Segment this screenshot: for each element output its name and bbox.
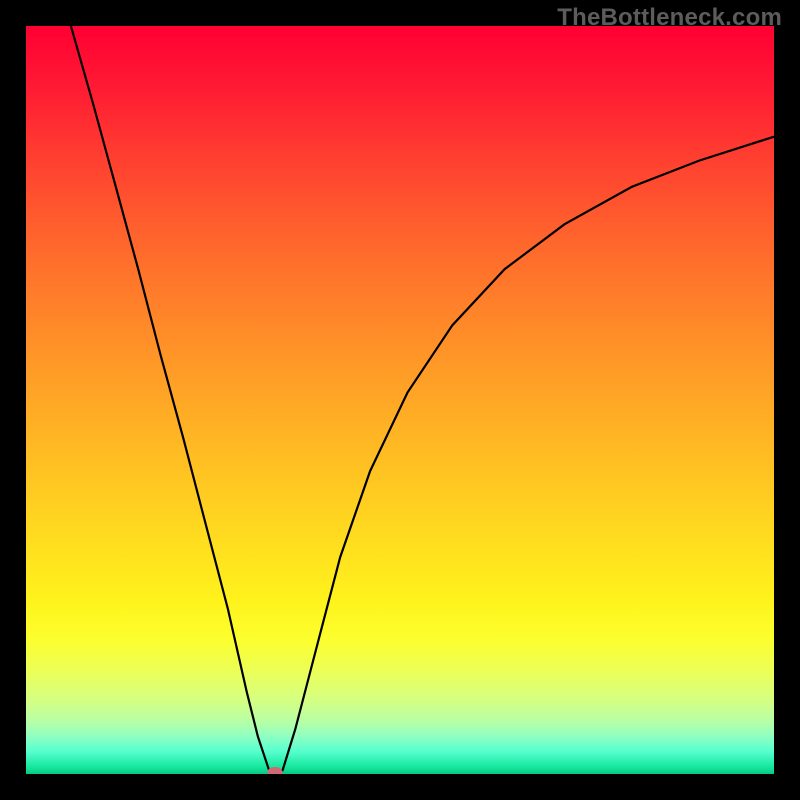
watermark-text: TheBottleneck.com xyxy=(557,4,782,32)
optimum-marker xyxy=(268,767,283,774)
chart-frame: TheBottleneck.com xyxy=(0,0,800,800)
bottleneck-curve xyxy=(26,26,774,774)
plot-area xyxy=(26,26,774,774)
